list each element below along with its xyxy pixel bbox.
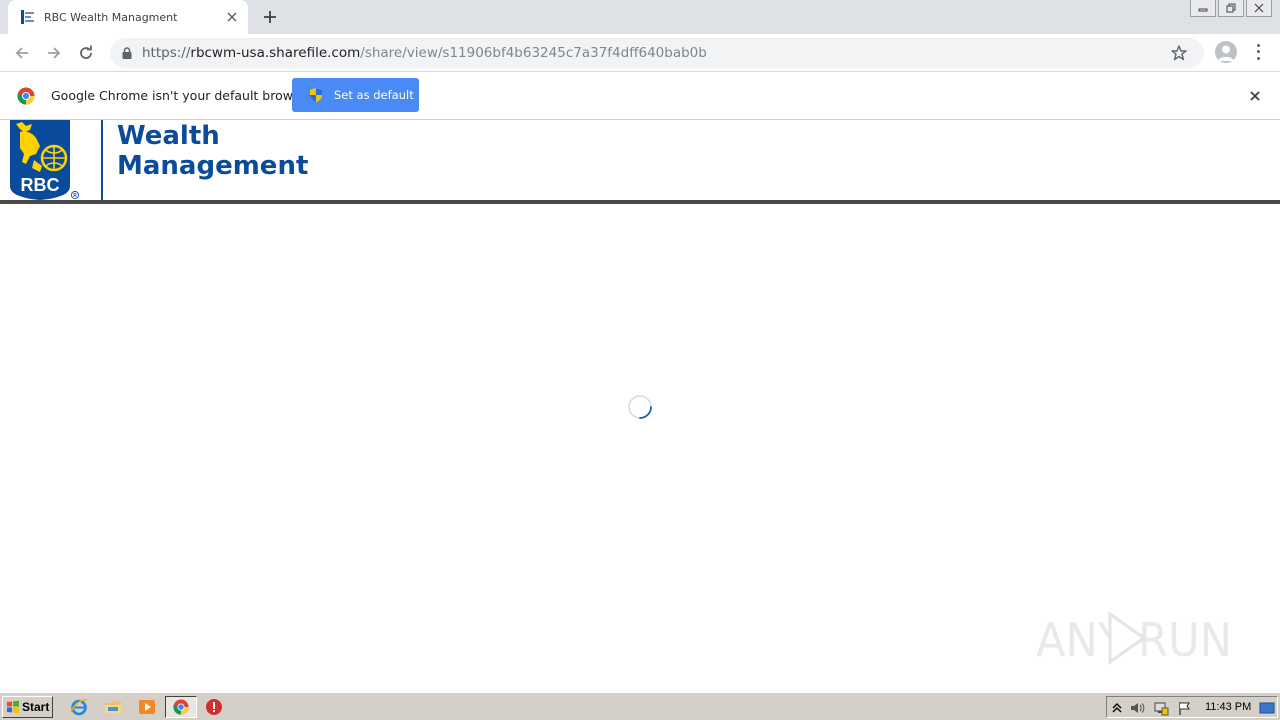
- set-as-default-button[interactable]: Set as default: [292, 78, 419, 112]
- system-tray: [1106, 696, 1278, 718]
- loading-spinner-icon: [628, 395, 652, 419]
- chrome-logo-icon: [17, 87, 35, 105]
- media-player-icon[interactable]: [138, 698, 156, 716]
- network-icon[interactable]: [1153, 700, 1169, 716]
- file-explorer-icon[interactable]: [104, 698, 122, 716]
- uac-shield-icon: [310, 88, 322, 102]
- volume-icon[interactable]: [1129, 700, 1145, 716]
- forward-button[interactable]: [41, 40, 67, 66]
- brand-line-1: Wealth: [117, 121, 220, 151]
- arrow-left-icon: [15, 47, 28, 59]
- close-window-button[interactable]: [1246, 0, 1272, 17]
- window-controls: [1188, 0, 1272, 17]
- stop-sign-icon[interactable]: [205, 698, 223, 716]
- sharefile-favicon-icon: [21, 10, 34, 24]
- arrow-right-icon: [48, 47, 61, 59]
- start-button[interactable]: Start: [2, 696, 53, 718]
- minimize-icon: [1198, 8, 1208, 12]
- header-rule: [0, 200, 1280, 204]
- infobar-message: Google Chrome isn't your default browser: [51, 88, 313, 103]
- chrome-taskbar-icon: [173, 699, 189, 715]
- brand-wordmark: Wealth Management: [117, 121, 308, 181]
- internet-explorer-icon[interactable]: [70, 698, 88, 716]
- profile-avatar-icon[interactable]: [1215, 41, 1237, 63]
- url-text: https://rbcwm-usa.sharefile.com/share/vi…: [142, 45, 707, 61]
- back-button[interactable]: [9, 40, 35, 66]
- reload-button[interactable]: [73, 40, 99, 66]
- browser-tab[interactable]: RBC Wealth Managment: [8, 0, 248, 34]
- page-header: RBC R Wealth Management: [0, 120, 1280, 200]
- windows-logo-icon: [7, 700, 19, 714]
- set-as-default-label: Set as default: [334, 88, 414, 102]
- bookmark-star-icon[interactable]: [1170, 44, 1188, 62]
- taskbar-chrome-button[interactable]: [165, 696, 197, 718]
- lock-icon[interactable]: [120, 46, 134, 60]
- new-tab-button[interactable]: [258, 6, 282, 28]
- show-desktop-icon[interactable]: [1259, 700, 1275, 716]
- minimize-button[interactable]: [1190, 0, 1216, 17]
- svg-text:R: R: [73, 193, 77, 199]
- tab-strip: RBC Wealth Managment: [0, 0, 1280, 34]
- default-browser-infobar: Google Chrome isn't your default browser…: [0, 72, 1280, 120]
- rbc-logo-text: RBC: [21, 175, 60, 195]
- tab-close-icon[interactable]: [222, 7, 242, 27]
- restore-icon: [1226, 3, 1236, 13]
- anyrun-watermark: ANY RUN: [1036, 611, 1232, 667]
- chrome-menu-icon[interactable]: [1250, 42, 1266, 62]
- restore-button[interactable]: [1218, 0, 1244, 17]
- address-bar[interactable]: https://rbcwm-usa.sharefile.com/share/vi…: [110, 38, 1204, 68]
- start-label: Start: [22, 700, 50, 714]
- url-host: rbcwm-usa.sharefile.com: [190, 45, 361, 61]
- tab-title: RBC Wealth Managment: [44, 10, 178, 24]
- action-center-flag-icon[interactable]: [1177, 700, 1193, 716]
- show-hidden-icons-icon[interactable]: [1109, 700, 1125, 716]
- header-divider: [101, 120, 103, 200]
- url-scheme: https://: [142, 45, 191, 61]
- browser-toolbar: https://rbcwm-usa.sharefile.com/share/vi…: [0, 34, 1280, 72]
- windows-taskbar: Start 11:43 PM: [0, 692, 1280, 720]
- url-path: /share/view/s11906bf4b63245c7a37f4dff640…: [360, 45, 707, 61]
- infobar-close-icon[interactable]: [1246, 87, 1264, 105]
- plus-icon: [264, 11, 276, 23]
- taskbar-clock[interactable]: 11:43 PM: [1205, 701, 1251, 713]
- reload-icon: [80, 45, 92, 59]
- close-icon: [1254, 3, 1264, 13]
- rbc-logo: RBC R: [10, 120, 80, 200]
- brand-line-2: Management: [117, 151, 309, 181]
